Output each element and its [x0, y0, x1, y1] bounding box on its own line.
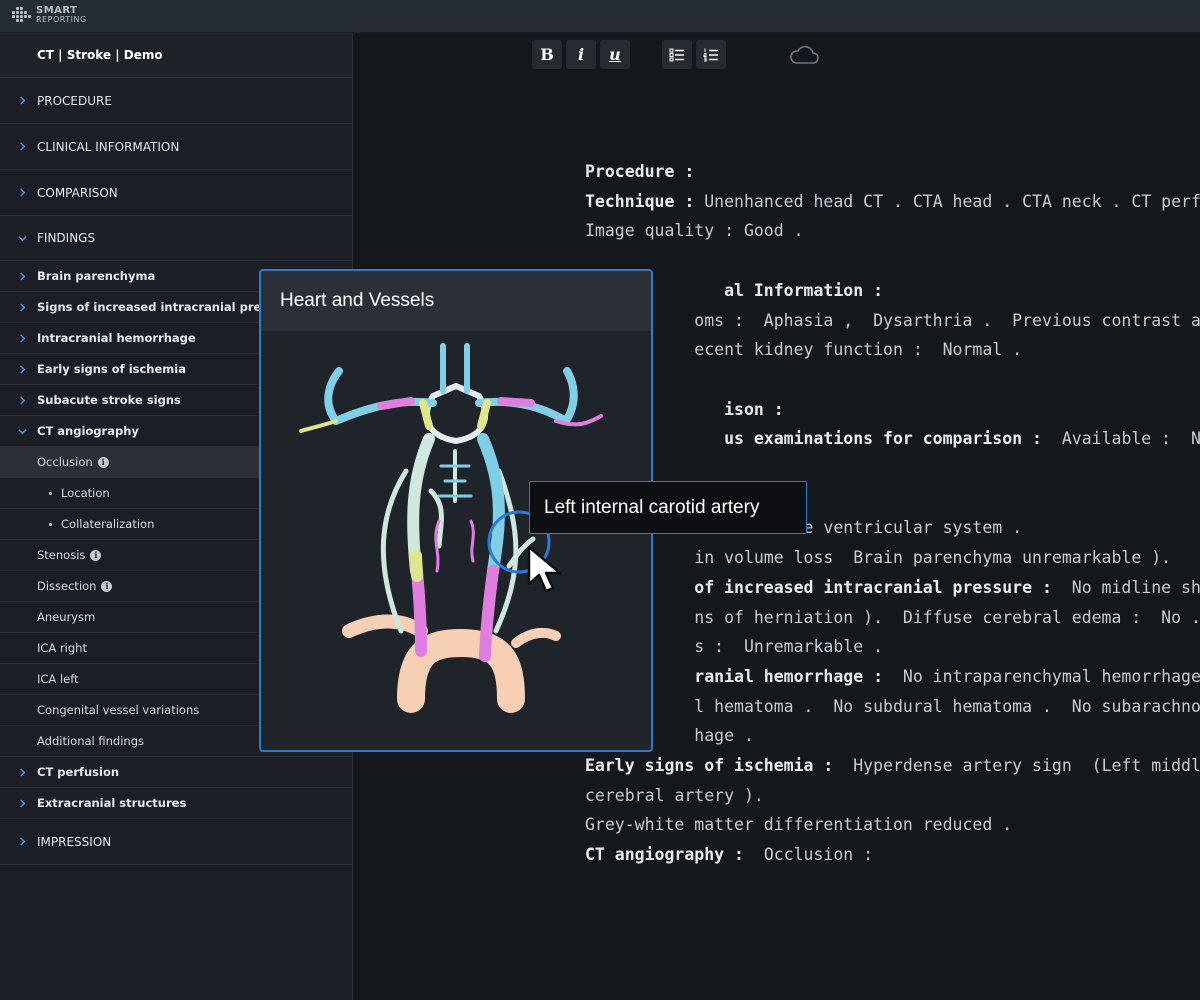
report-line: ns of herniation ). Diffuse cerebral ede… [694, 607, 1200, 627]
item-label: Brain parenchyma [37, 269, 156, 283]
item-label: Additional findings [37, 734, 144, 748]
bulleted-list-button[interactable] [662, 40, 692, 69]
bullet-icon [49, 522, 52, 526]
bold-icon: B [540, 45, 554, 64]
report-line: us examinations for comparison : Availab… [585, 429, 1200, 449]
report-line: Early signs of ischemia : Hyperdense art… [585, 756, 1200, 775]
report-line: CT angiography : Occlusion : [585, 845, 874, 865]
info-icon[interactable]: i [101, 580, 113, 592]
bullet-icon [49, 491, 52, 495]
item-label: Stenosis [37, 548, 86, 562]
chevron-right-icon [0, 271, 37, 281]
report-line: Grey-white matter differentiation reduce… [585, 815, 1013, 835]
document-title: CT | Stroke | Demo [0, 33, 352, 78]
chevron-right-icon [0, 767, 37, 777]
mouse-cursor-icon [527, 545, 562, 593]
chevron-right-icon [0, 96, 37, 105]
item-label: ICA left [37, 672, 79, 686]
underline-icon: u [609, 45, 621, 64]
chevron-down-icon [0, 234, 37, 243]
chevron-right-icon [0, 142, 37, 151]
brachiocephalic-arch-left[interactable] [342, 614, 428, 638]
item-label: Early signs of ischemia [37, 362, 186, 376]
item-label: Dissection [37, 579, 97, 593]
item-label: CT perfusion [37, 765, 120, 779]
sidebar-section-comparison[interactable]: COMPARISON [0, 170, 352, 216]
chevron-right-icon [0, 798, 37, 808]
report-line: Image quality : Good . [585, 221, 804, 241]
middle-cerebral-right-pink[interactable] [377, 397, 415, 410]
report-line: of increased intracranial pressure : No … [585, 577, 1200, 597]
chevron-right-icon [0, 395, 37, 405]
item-label: Aneurysm [37, 610, 96, 624]
section-label: IMPRESSION [37, 834, 112, 849]
brand-line1: SMART [36, 5, 78, 16]
middle-cerebral-right[interactable] [324, 367, 437, 425]
chevron-right-icon [0, 333, 37, 343]
item-label: CT angiography [37, 424, 139, 438]
underline-button[interactable]: u [600, 40, 630, 69]
app-logo[interactable]: SMART REPORTING [12, 6, 87, 24]
info-icon[interactable]: i [97, 456, 109, 468]
report-line: l hematoma . No subdural hematoma . No s… [585, 696, 1200, 716]
report-line: in volume loss Brain parenchyma unremark… [585, 548, 1172, 568]
item-label: Collateralization [61, 517, 155, 531]
chevron-right-icon [0, 364, 37, 374]
info-icon[interactable]: i [90, 549, 102, 561]
sidebar-section-clinical-information[interactable]: CLINICAL INFORMATION [0, 124, 352, 170]
section-label: CLINICAL INFORMATION [37, 139, 180, 154]
chevron-right-icon [0, 302, 37, 312]
sidebar-item-extracranial-structures[interactable]: Extracranial structures [0, 788, 352, 819]
right-vertebral-artery[interactable] [380, 468, 409, 634]
report-line: Procedure : [585, 162, 695, 181]
item-label: Occlusion [37, 455, 93, 469]
report-line: cerebral artery ). [585, 785, 764, 805]
vessel-diagram[interactable] [261, 331, 651, 751]
sidebar-item-ct-perfusion[interactable]: CT perfusion [0, 757, 352, 788]
numbered-list-button[interactable] [696, 40, 726, 69]
item-label: Congenital vessel variations [37, 703, 200, 717]
middle-cerebral-left-pink[interactable] [497, 397, 535, 407]
italic-button[interactable]: i [566, 40, 596, 69]
report-line: Technique : Unenhanced head CT . CTA hea… [585, 191, 1200, 211]
italic-icon: i [577, 45, 585, 64]
item-label: Location [61, 486, 110, 500]
section-label: PROCEDURE [37, 93, 112, 108]
chevron-right-icon [0, 188, 37, 197]
middle-cerebral-left[interactable] [475, 367, 578, 425]
item-label: Intracranial hemorrhage [37, 331, 196, 345]
chevron-down-icon [0, 427, 37, 436]
report-line: ranial hemorrhage : No intraparenchymal … [585, 666, 1200, 686]
item-label: Signs of increased intracranial pressure [37, 300, 297, 314]
bulleted-list-icon [669, 48, 684, 61]
item-label: ICA right [37, 641, 87, 655]
sidebar-section-impression[interactable]: IMPRESSION [0, 819, 352, 865]
cloud-sync-icon[interactable] [788, 44, 820, 70]
report-line: oms : Aphasia , Dysarthria . Previous co… [694, 310, 1200, 330]
right-carotid-yellow[interactable] [410, 550, 423, 582]
sidebar-section-procedure[interactable]: PROCEDURE [0, 78, 352, 124]
numbered-list-icon [703, 48, 718, 61]
item-label: Subacute stroke signs [37, 393, 181, 407]
bold-button[interactable]: B [532, 40, 562, 69]
sidebar-section-findings[interactable]: FINDINGS [0, 216, 352, 261]
chevron-right-icon [0, 837, 37, 846]
circle-of-willis[interactable] [423, 383, 489, 444]
vessel-tooltip: Left internal carotid artery [529, 481, 807, 534]
brand-line2: REPORTING [36, 15, 87, 24]
subclavian-right-stub[interactable] [511, 627, 561, 648]
popup-title: Heart and Vessels [261, 271, 651, 331]
tooltip-label: Left internal carotid artery [544, 496, 760, 518]
logo-grid-icon [12, 6, 32, 24]
middle-cerebral-right-yellow[interactable] [299, 419, 338, 433]
top-bar: SMART REPORTING [0, 0, 1200, 33]
section-label: COMPARISON [37, 185, 118, 200]
item-label: Extracranial structures [37, 796, 187, 810]
section-label: FINDINGS [37, 231, 96, 245]
